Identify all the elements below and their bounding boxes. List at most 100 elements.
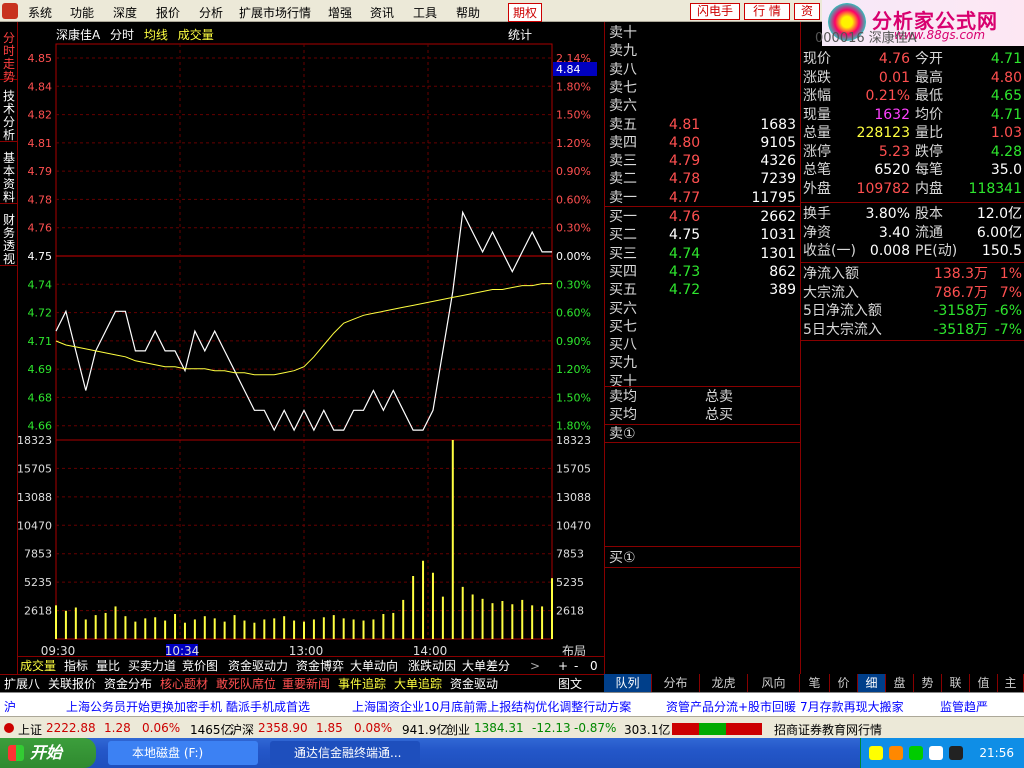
- menu-help[interactable]: 帮助: [456, 4, 480, 21]
- quote-value: 4.76: [878, 51, 910, 67]
- task-local-disk[interactable]: 本地磁盘 (F:): [108, 741, 258, 765]
- right-tab[interactable]: 盘: [886, 674, 914, 692]
- avg-sell-label: 卖均: [609, 389, 637, 405]
- right-tab[interactable]: 势: [914, 674, 942, 692]
- menu-quote[interactable]: 报价: [156, 4, 180, 21]
- volume-tick-label: 15705: [18, 462, 52, 475]
- indicator-tab[interactable]: 大单差分: [462, 658, 510, 674]
- market-button[interactable]: 行 情: [744, 3, 790, 20]
- function-tab[interactable]: 扩展八: [4, 676, 40, 692]
- indicator-tab[interactable]: 买卖力道: [128, 658, 176, 674]
- quote-divider: [801, 340, 1024, 341]
- function-tab[interactable]: 大单追踪: [394, 676, 442, 692]
- tray-icon[interactable]: [909, 746, 923, 760]
- menu-tools[interactable]: 工具: [413, 4, 437, 21]
- function-tab[interactable]: 重要新闻: [282, 676, 330, 692]
- indicator-tab[interactable]: 指标: [64, 658, 88, 674]
- tray-icon[interactable]: [929, 746, 943, 760]
- indicator-tab[interactable]: 大单动向: [350, 658, 398, 674]
- function-tab[interactable]: 资金分布: [104, 676, 152, 692]
- start-button[interactable]: 开始: [0, 738, 96, 768]
- right-tab[interactable]: 队列: [604, 674, 652, 692]
- left-side-tabs: 分时走势 技术分析 基本资料 财务透视: [0, 22, 18, 674]
- menu-analysis[interactable]: 分析: [199, 4, 223, 21]
- flow-percent: -7%: [994, 321, 1022, 338]
- flow-value: -3158万: [933, 303, 988, 319]
- price-tick-label: 4.66: [28, 420, 53, 433]
- info-button[interactable]: 资: [794, 3, 820, 20]
- buy-price: 4.72: [669, 282, 701, 299]
- indicator-tab[interactable]: 量比: [96, 658, 120, 674]
- right-tab[interactable]: 值: [970, 674, 998, 692]
- clock: 21:56: [979, 746, 1014, 760]
- right-tabs: 队列 分布 龙虎 风向笔价细盘势联值主: [604, 674, 1024, 692]
- indicator-tab[interactable]: 涨跌动因: [408, 658, 456, 674]
- flash-trade-button[interactable]: 闪电手: [690, 3, 740, 20]
- avg-line-label: 均线: [143, 28, 168, 42]
- news-item[interactable]: 监管趋严: [940, 698, 988, 715]
- task-label: 本地磁盘 (F:): [132, 746, 204, 760]
- menu-options[interactable]: 期权: [508, 3, 543, 22]
- percent-tick-label: 0.90%: [556, 335, 591, 348]
- percent-tick-label: 1.50%: [556, 109, 591, 122]
- indicator-tab[interactable]: 竞价图: [182, 658, 218, 674]
- tray-icon[interactable]: [889, 746, 903, 760]
- news-item[interactable]: 上海公务员开始更换加密手机: [66, 698, 222, 715]
- sell-price: 4.81: [669, 116, 701, 133]
- menu-news[interactable]: 资讯: [370, 4, 394, 21]
- stat-button[interactable]: 统计: [508, 26, 532, 43]
- function-tab[interactable]: 事件追踪: [338, 676, 386, 692]
- buy-level-label: 买四: [609, 263, 637, 280]
- menu-depth[interactable]: 深度: [113, 4, 137, 21]
- function-tab[interactable]: 敢死队席位: [216, 676, 276, 692]
- menu-system[interactable]: 系统: [28, 4, 52, 21]
- right-tab[interactable]: 笔: [800, 674, 830, 692]
- indicator-tab[interactable]: 成交量: [20, 658, 56, 674]
- news-item[interactable]: 7月存款再现大搬家: [800, 698, 904, 715]
- right-tab[interactable]: 龙虎: [700, 674, 748, 692]
- function-tab[interactable]: 关联报价: [48, 676, 96, 692]
- percent-tick-label: 0.30%: [556, 222, 591, 235]
- tabs-next-button[interactable]: >: [530, 658, 540, 674]
- tab-technical[interactable]: 技术分析: [0, 86, 18, 142]
- news-item[interactable]: 资管产品分流+股市回暖: [666, 698, 796, 715]
- sell-level-label: 卖一: [609, 189, 637, 206]
- buy-level-label: 买八: [609, 337, 637, 354]
- price-tick-label: 4.72: [28, 307, 53, 320]
- right-tab[interactable]: 主: [998, 674, 1024, 692]
- news-item[interactable]: 酷派手机成首选: [226, 698, 310, 715]
- function-tab[interactable]: 资金驱动: [450, 676, 498, 692]
- quote-label: 跌停: [915, 143, 943, 160]
- tray-icon[interactable]: [869, 746, 883, 760]
- quote-label: 外盘: [803, 180, 831, 197]
- tab-intraday[interactable]: 分时走势: [0, 28, 18, 84]
- right-tab[interactable]: 细: [858, 674, 886, 692]
- zoom-in-button[interactable]: +: [558, 658, 568, 674]
- right-tab[interactable]: 分布: [652, 674, 700, 692]
- quote-label: 流通: [915, 224, 943, 241]
- tray-icon[interactable]: [949, 746, 963, 760]
- right-tab[interactable]: 联: [942, 674, 970, 692]
- menu-function[interactable]: 功能: [70, 4, 94, 21]
- quote-value: 118341: [968, 180, 1022, 197]
- intraday-chart[interactable]: 4.85 2.14% 4.84 1.80% 4.82 1.50% 4.81 1.20% 4.79…: [18, 22, 602, 656]
- task-tdx[interactable]: 通达信金融终端通...: [270, 741, 420, 765]
- buy-price: 4.73: [669, 263, 701, 280]
- price-tick-label: 4.85: [28, 52, 53, 65]
- indicator-tab[interactable]: 资金驱动力: [228, 658, 288, 674]
- menu-ext-market[interactable]: 扩展市场行情: [239, 4, 311, 21]
- quote-label: 最高: [915, 69, 943, 86]
- buy-level-label: 买六: [609, 300, 637, 317]
- right-tab[interactable]: 价: [830, 674, 858, 692]
- tab-finance[interactable]: 财务透视: [0, 210, 18, 266]
- right-tab[interactable]: 风向: [748, 674, 800, 692]
- total-buy-label: 总买: [705, 407, 733, 423]
- tab-basic-info[interactable]: 基本资料: [0, 148, 18, 204]
- news-item[interactable]: 上海国资企业10月底前需上报结构优化调整行动方案: [352, 698, 631, 715]
- stock-name: 深康佳A: [56, 28, 101, 42]
- indicator-tab[interactable]: 资金博弈: [296, 658, 344, 674]
- zoom-reset-button[interactable]: 0: [590, 658, 598, 674]
- menu-enhance[interactable]: 增强: [328, 4, 352, 21]
- function-tab[interactable]: 核心题材: [160, 676, 208, 692]
- zoom-out-button[interactable]: -: [574, 658, 578, 674]
